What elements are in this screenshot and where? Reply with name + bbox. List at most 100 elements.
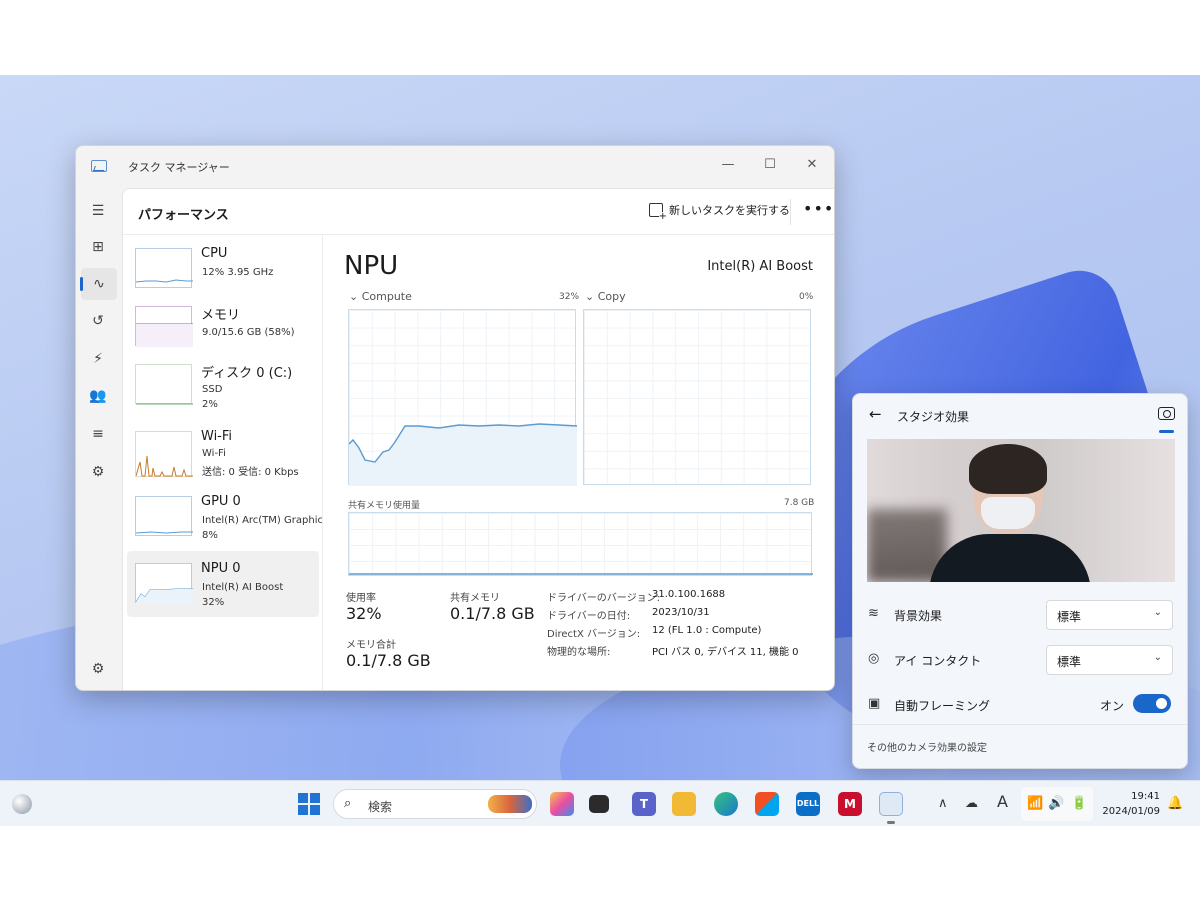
device-name: Wi-Fi bbox=[201, 429, 233, 444]
shared-memory-label: 共有メモリ bbox=[450, 593, 500, 604]
clock-date: 2024/01/09 bbox=[1102, 806, 1160, 817]
driver-version-value: 31.0.100.1688 bbox=[652, 589, 726, 600]
processes-icon[interactable]: ⊞ bbox=[87, 236, 109, 258]
run-new-task-button[interactable]: 新しいタスクを実行する bbox=[649, 202, 790, 222]
selected-indicator bbox=[1159, 430, 1174, 433]
eye-contact-label: アイ コンタクト bbox=[894, 654, 982, 668]
gpu-mini-graph bbox=[135, 496, 193, 536]
device-stat: 12% 3.95 GHz bbox=[202, 267, 274, 278]
quick-settings-button[interactable]: 📶 🔊 🔋 bbox=[1021, 787, 1093, 821]
more-camera-settings-link[interactable]: その他のカメラ効果の設定 bbox=[853, 724, 1187, 768]
background-effects-row: ≋ 背景効果 標準 ⌄ bbox=[853, 593, 1187, 637]
divider bbox=[322, 235, 323, 690]
teams-icon[interactable]: T bbox=[632, 792, 656, 816]
file-explorer-icon[interactable] bbox=[672, 792, 696, 816]
taskbar-search[interactable]: ⌕ 検索 bbox=[333, 789, 537, 819]
battery-icon: 🔋 bbox=[1071, 796, 1088, 811]
device-stat: 送信: 0 受信: 0 Kbps bbox=[202, 467, 299, 478]
device-stat: Wi-Fi bbox=[202, 448, 226, 459]
copy-graph bbox=[583, 309, 811, 485]
divider bbox=[790, 199, 791, 225]
driver-date-label: ドライバーの日付: bbox=[547, 611, 631, 622]
details-icon[interactable]: ≡ bbox=[87, 423, 109, 445]
directx-version-value: 12 (FL 1.0 : Compute) bbox=[652, 625, 762, 636]
app-history-icon[interactable]: ↺ bbox=[87, 310, 109, 332]
usage-value: 32% bbox=[346, 604, 382, 623]
auto-framing-row: ▣ 自動フレーミング オン bbox=[853, 683, 1187, 727]
wifi-mini-graph bbox=[135, 431, 193, 477]
edge-icon[interactable] bbox=[714, 792, 738, 816]
device-item-disk[interactable]: ディスク 0 (C:) SSD 2% bbox=[127, 357, 319, 419]
device-item-cpu[interactable]: CPU 12% 3.95 GHz bbox=[127, 241, 319, 303]
device-name: CPU bbox=[201, 246, 228, 261]
notification-bell-icon[interactable]: 🔔 bbox=[1167, 796, 1183, 811]
panel-title: スタジオ効果 bbox=[897, 410, 970, 424]
new-task-icon bbox=[649, 203, 667, 222]
clock-time: 19:41 bbox=[1131, 791, 1160, 802]
dell-icon[interactable]: DELL bbox=[796, 792, 820, 816]
back-arrow-icon[interactable]: ← bbox=[869, 405, 882, 423]
total-memory-value: 0.1/7.8 GB bbox=[346, 651, 431, 670]
services-icon[interactable]: ⚙ bbox=[87, 461, 109, 483]
device-name: メモリ bbox=[201, 308, 241, 323]
eye-contact-dropdown[interactable]: 標準 ⌄ bbox=[1046, 645, 1173, 675]
task-manager-taskbar-icon[interactable] bbox=[879, 792, 903, 816]
title-bar[interactable]: タスク マネージャー — ☐ ✕ bbox=[76, 146, 834, 188]
wifi-icon: 📶 bbox=[1027, 796, 1044, 811]
background-effects-dropdown[interactable]: 標準 ⌄ bbox=[1046, 600, 1173, 630]
camera-icon[interactable] bbox=[1158, 407, 1175, 420]
studio-effects-panel: ← スタジオ効果 ≋ 背景効果 標準 ⌄ ◎ アイ コンタクト 標準 ⌄ ▣ 自… bbox=[852, 393, 1188, 769]
hamburger-menu-icon[interactable]: ☰ bbox=[87, 200, 109, 222]
shared-memory-graph bbox=[348, 512, 813, 576]
more-options-button[interactable]: ••• bbox=[803, 199, 834, 218]
dropdown-value: 標準 bbox=[1057, 610, 1082, 624]
ime-indicator[interactable]: A bbox=[997, 792, 1008, 811]
disk-mini-graph bbox=[135, 364, 193, 405]
device-stat: 8% bbox=[202, 530, 218, 541]
auto-framing-label: 自動フレーミング bbox=[894, 699, 991, 713]
eye-contact-icon: ◎ bbox=[868, 651, 880, 666]
copilot-icon[interactable] bbox=[550, 792, 574, 816]
settings-gear-icon[interactable]: ⚙ bbox=[87, 658, 109, 680]
widgets-icon[interactable] bbox=[12, 794, 32, 814]
person-hair bbox=[969, 444, 1047, 494]
auto-framing-toggle[interactable] bbox=[1133, 694, 1171, 713]
users-icon[interactable]: 👥 bbox=[87, 385, 109, 407]
maximize-button[interactable]: ☐ bbox=[750, 152, 790, 178]
page-header: パフォーマンス 新しいタスクを実行する ••• bbox=[123, 189, 834, 235]
clock[interactable]: 19:41 2024/01/09 bbox=[1102, 789, 1160, 819]
device-stat: 32% bbox=[202, 597, 225, 608]
device-name: NPU 0 bbox=[201, 561, 241, 576]
device-item-memory[interactable]: メモリ 9.0/15.6 GB (58%) bbox=[127, 299, 319, 361]
main-content: パフォーマンス 新しいタスクを実行する ••• CPU 12% 3.95 GHz… bbox=[122, 188, 834, 690]
onedrive-icon[interactable]: ☁ bbox=[965, 796, 978, 811]
auto-framing-icon: ▣ bbox=[868, 696, 881, 711]
store-icon[interactable] bbox=[755, 792, 779, 816]
compute-graph-label[interactable]: ⌄ Compute bbox=[349, 290, 412, 303]
volume-icon: 🔊 bbox=[1048, 796, 1065, 811]
performance-icon[interactable]: ∿ bbox=[80, 268, 117, 300]
chevron-down-icon: ⌄ bbox=[1153, 652, 1162, 663]
copy-graph-pct: 0% bbox=[799, 292, 814, 302]
search-icon: ⌕ bbox=[344, 796, 352, 811]
device-item-gpu[interactable]: GPU 0 Intel(R) Arc(TM) Graphic 8% bbox=[127, 489, 323, 551]
npu-mini-graph bbox=[135, 563, 193, 604]
shared-memory-max: 7.8 GB bbox=[784, 498, 815, 508]
startup-apps-icon[interactable]: ⚡ bbox=[87, 348, 109, 370]
background-effects-icon: ≋ bbox=[868, 606, 879, 621]
device-title: NPU bbox=[344, 251, 399, 281]
device-stat: Intel(R) AI Boost bbox=[202, 582, 284, 593]
dropdown-value: 標準 bbox=[1057, 655, 1082, 669]
minimize-button[interactable]: — bbox=[708, 152, 748, 178]
task-view-icon[interactable] bbox=[589, 795, 609, 813]
mcafee-icon[interactable]: M bbox=[838, 792, 862, 816]
copy-graph-label[interactable]: ⌄ Copy bbox=[585, 290, 626, 303]
device-item-npu[interactable]: NPU 0 Intel(R) AI Boost 32% bbox=[127, 551, 319, 617]
show-hidden-icons[interactable]: ∧ bbox=[938, 796, 948, 811]
start-button[interactable] bbox=[298, 793, 320, 815]
total-memory-label: メモリ合計 bbox=[346, 640, 396, 651]
device-item-wifi[interactable]: Wi-Fi Wi-Fi 送信: 0 受信: 0 Kbps bbox=[127, 424, 319, 486]
close-button[interactable]: ✕ bbox=[792, 152, 832, 178]
graph-label-text: Compute bbox=[361, 290, 412, 303]
page-title: パフォーマンス bbox=[138, 208, 229, 223]
